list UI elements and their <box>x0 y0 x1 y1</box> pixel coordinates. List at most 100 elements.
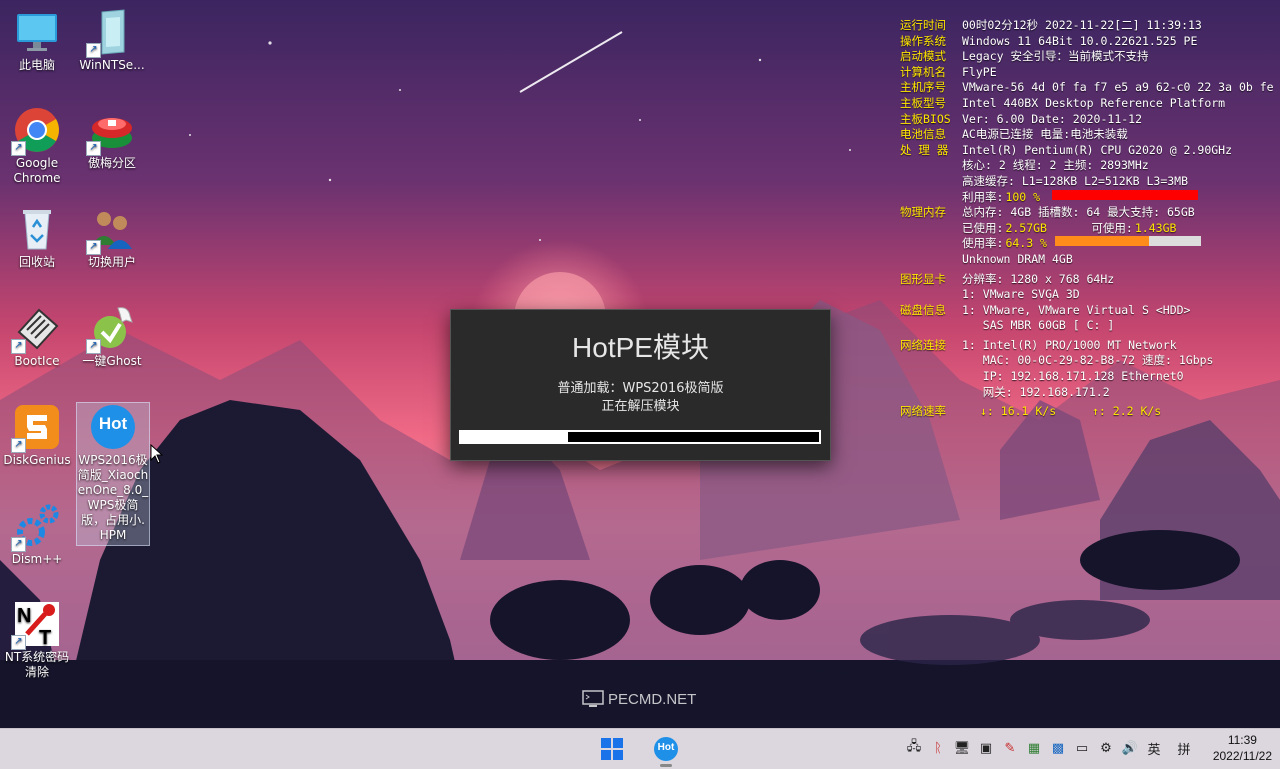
taskbar: Hot 🖧 ᚱ 🖥 ▣ ✎ ▦ ▩ ▭ ⚙ 🔊 英 拼 11:39 2022/1… <box>0 728 1280 769</box>
desktop-icon-label: 此电脑 <box>18 58 55 72</box>
desktop-icon-label: WPS2016极简版_XiaochenOne_8.0_WPS极简版，占用小.HP… <box>77 453 149 542</box>
desktop-icon-this-pc[interactable]: 此电脑 <box>1 8 73 73</box>
windows-logo-icon <box>601 738 623 760</box>
desktop-icon-diskgenius[interactable]: ↗ DiskGenius <box>1 403 73 468</box>
memory-usage-bar <box>1054 236 1201 247</box>
desktop-icon-ghost[interactable]: ↗ 一键Ghost <box>76 304 148 369</box>
desktop-icon-label: Google Chrome <box>13 156 61 185</box>
chrome-icon: ↗ <box>11 106 61 156</box>
desktop-icon-switch-user[interactable]: ↗ 切换用户 <box>76 205 148 270</box>
desktop-icon-label: 回收站 <box>18 255 55 269</box>
shortcut-arrow-icon: ↗ <box>86 339 101 354</box>
color-app-icon[interactable]: ▩ <box>1049 739 1067 757</box>
system-tray: 🖧 ᚱ 🖥 ▣ ✎ ▦ ▩ ▭ ⚙ 🔊 英 拼 <box>905 739 1193 758</box>
hot-badge-text: Hot <box>98 414 128 433</box>
shortcut-arrow-icon: ↗ <box>11 141 26 156</box>
shortcut-arrow-icon: ↗ <box>86 43 101 58</box>
aomei-icon: ↗ <box>86 106 136 156</box>
bootice-icon: ↗ <box>11 304 61 354</box>
sysinfo-cpu-cores: 核心: 2 线程: 2 主频: 2893MHz <box>962 158 1149 173</box>
taskbar-clock[interactable]: 11:39 2022/11/22 <box>1213 732 1272 764</box>
recycle-bin-icon <box>13 205 61 253</box>
dialog-loading-text: 普通加载：WPS2016极简版 <box>557 381 724 396</box>
sysinfo-gpu-name: 1: VMware SVGA 3D <box>962 287 1080 302</box>
desktop-icon-label: WinNTSe... <box>79 58 145 72</box>
sysinfo-computer-name: 计算机名 FlyPE <box>900 64 997 79</box>
volume-icon[interactable]: 🔊 <box>1121 739 1139 757</box>
shortcut-arrow-icon: ↗ <box>86 240 101 255</box>
diskgenius-icon: ↗ <box>11 403 61 453</box>
ime-mode-toggle[interactable]: 拼 <box>1175 739 1193 758</box>
settings-gear-icon[interactable]: ⚙ <box>1097 739 1115 757</box>
sysinfo-boot: 启动模式 Legacy 安全引导：当前模式不支持 <box>900 49 1149 64</box>
system-info-panel: 运行时间 00时02分12秒 2022-11-22[二] 11:39:13 操作系… <box>900 18 1280 420</box>
desktop-icon-winntsetup[interactable]: ↗ WinNTSe... <box>76 8 148 73</box>
ghost-icon: ↗ <box>86 304 136 354</box>
sysinfo-cpu-usage: 利用率: 100 % <box>900 189 1280 206</box>
sysinfo-memory-dram: Unknown DRAM 4GB <box>962 251 1073 266</box>
desktop-icon-dism[interactable]: ↗ Dism++ <box>1 502 73 567</box>
dialog-progress-bar <box>459 430 821 444</box>
app-tray-icon[interactable]: ▣ <box>977 739 995 757</box>
network-icon[interactable]: 🖧 <box>905 739 923 757</box>
desktop-icon-recycle-bin[interactable]: 回收站 <box>1 205 73 270</box>
shortcut-arrow-icon: ↗ <box>11 438 26 453</box>
sysinfo-os: 操作系统 Windows 11 64Bit 10.0.22621.525 PE <box>900 33 1198 48</box>
terminal-icon <box>582 690 604 707</box>
shortcut-arrow-icon: ↗ <box>11 339 26 354</box>
ime-language-toggle[interactable]: 英 <box>1145 739 1163 758</box>
desktop-icon-label: DiskGenius <box>3 453 71 467</box>
sysinfo-network: 网络连接 1: Intel(R) PRO/1000 MT Network <box>900 337 1177 352</box>
sysinfo-battery: 电池信息 AC电源已连接 电量:电池未装载 <box>900 127 1128 142</box>
desktop-icon-google-chrome[interactable]: ↗ Google Chrome <box>1 106 73 186</box>
taskbar-apps: Hot <box>598 735 680 767</box>
sysinfo-cpu: 处 理 器 Intel(R) Pentium(R) CPU G2020 @ 2.9… <box>900 142 1233 157</box>
desktop-icon-bootice[interactable]: ↗ BootIce <box>1 304 73 369</box>
sysinfo-network-mac: MAC: 00-0C-29-82-B8-72 速度: 1Gbps <box>962 353 1214 368</box>
desktop-icon-label: 切换用户 <box>87 255 136 269</box>
monitor-icon <box>13 8 61 56</box>
mouse-cursor-icon <box>150 444 164 464</box>
desktop-icon-label: 一键Ghost <box>82 354 142 368</box>
shortcut-arrow-icon: ↗ <box>11 635 26 650</box>
sysinfo-network-speed: 网络速率 ↓: 16.1 K/s ↑: 2.2 K/s <box>900 404 1162 419</box>
cpu-usage-bar <box>1052 189 1199 200</box>
hotpe-module-dialog: HotPE模块 普通加载：WPS2016极简版 正在解压模块 <box>450 309 831 461</box>
desktop-icon-aomei-partition[interactable]: ↗ 傲梅分区 <box>76 106 148 171</box>
sysinfo-network-ip: IP: 192.168.171.128 Ethernet0 <box>962 369 1184 384</box>
shortcut-arrow-icon: ↗ <box>11 537 26 552</box>
sysinfo-network-gateway: 网关: 192.168.171.2 <box>962 384 1110 399</box>
users-icon: ↗ <box>86 205 136 255</box>
sysinfo-memory: 物理内存 总内存: 4GB 插槽数: 64 最大支持: 65GB <box>900 205 1195 220</box>
sysinfo-disk-detail: SAS MBR 60GB [ C: ] <box>962 318 1115 333</box>
pen-icon[interactable]: ✎ <box>1001 739 1019 757</box>
desktop-icon-nt-password[interactable]: NT ↗ NT系统密码清除 <box>1 600 73 680</box>
desktop-icon-label: Dism++ <box>11 552 63 566</box>
hot-module-icon: Hot <box>89 403 137 451</box>
sysinfo-runtime: 运行时间 00时02分12秒 2022-11-22[二] 11:39:13 <box>900 18 1202 32</box>
taskbar-hot-label: Hot <box>657 742 675 753</box>
network-share-icon[interactable]: 🖥 <box>953 739 971 757</box>
winntsetup-icon: ↗ <box>86 8 136 58</box>
desktop-icon-label: BootIce <box>14 354 60 368</box>
pecmd-watermark: PECMD.NET <box>582 690 696 708</box>
sysinfo-memory-used: 已使用: 2.57GB 可使用: 1.43GB <box>962 220 1177 235</box>
desktop-icon-label: NT系统密码清除 <box>4 650 70 679</box>
sysinfo-serial: 主机序号 VMware-56 4d 0f fa f7 e5 a9 62-c0 22… <box>900 80 1274 95</box>
taskbar-hotpe-button[interactable]: Hot <box>652 735 680 767</box>
svg-text:T: T <box>39 627 51 648</box>
sysinfo-bios: 主板BIOS Ver: 6.00 Date: 2020-11-12 <box>900 111 1143 126</box>
dialog-status-text: 正在解压模块 <box>601 399 680 414</box>
green-app-icon[interactable]: ▦ <box>1025 739 1043 757</box>
tool-icon[interactable]: ᚱ <box>929 739 947 757</box>
sysinfo-disk: 磁盘信息 1: VMware, VMware Virtual S <HDD> <box>900 302 1191 317</box>
desktop-icon-wps-hpm[interactable]: Hot WPS2016极简版_XiaochenOne_8.0_WPS极简版，占用… <box>76 402 150 546</box>
dialog-title: HotPE模块 <box>572 332 709 363</box>
start-button[interactable] <box>598 735 626 763</box>
svg-text:N: N <box>17 605 31 627</box>
sysinfo-memory-usage: 使用率: 64.3 % <box>900 236 1280 252</box>
clock-time: 11:39 <box>1227 733 1257 747</box>
display-icon[interactable]: ▭ <box>1073 739 1091 757</box>
sysinfo-gpu: 图形显卡 分辨率: 1280 x 768 64Hz <box>900 271 1115 286</box>
shortcut-arrow-icon: ↗ <box>86 141 101 156</box>
